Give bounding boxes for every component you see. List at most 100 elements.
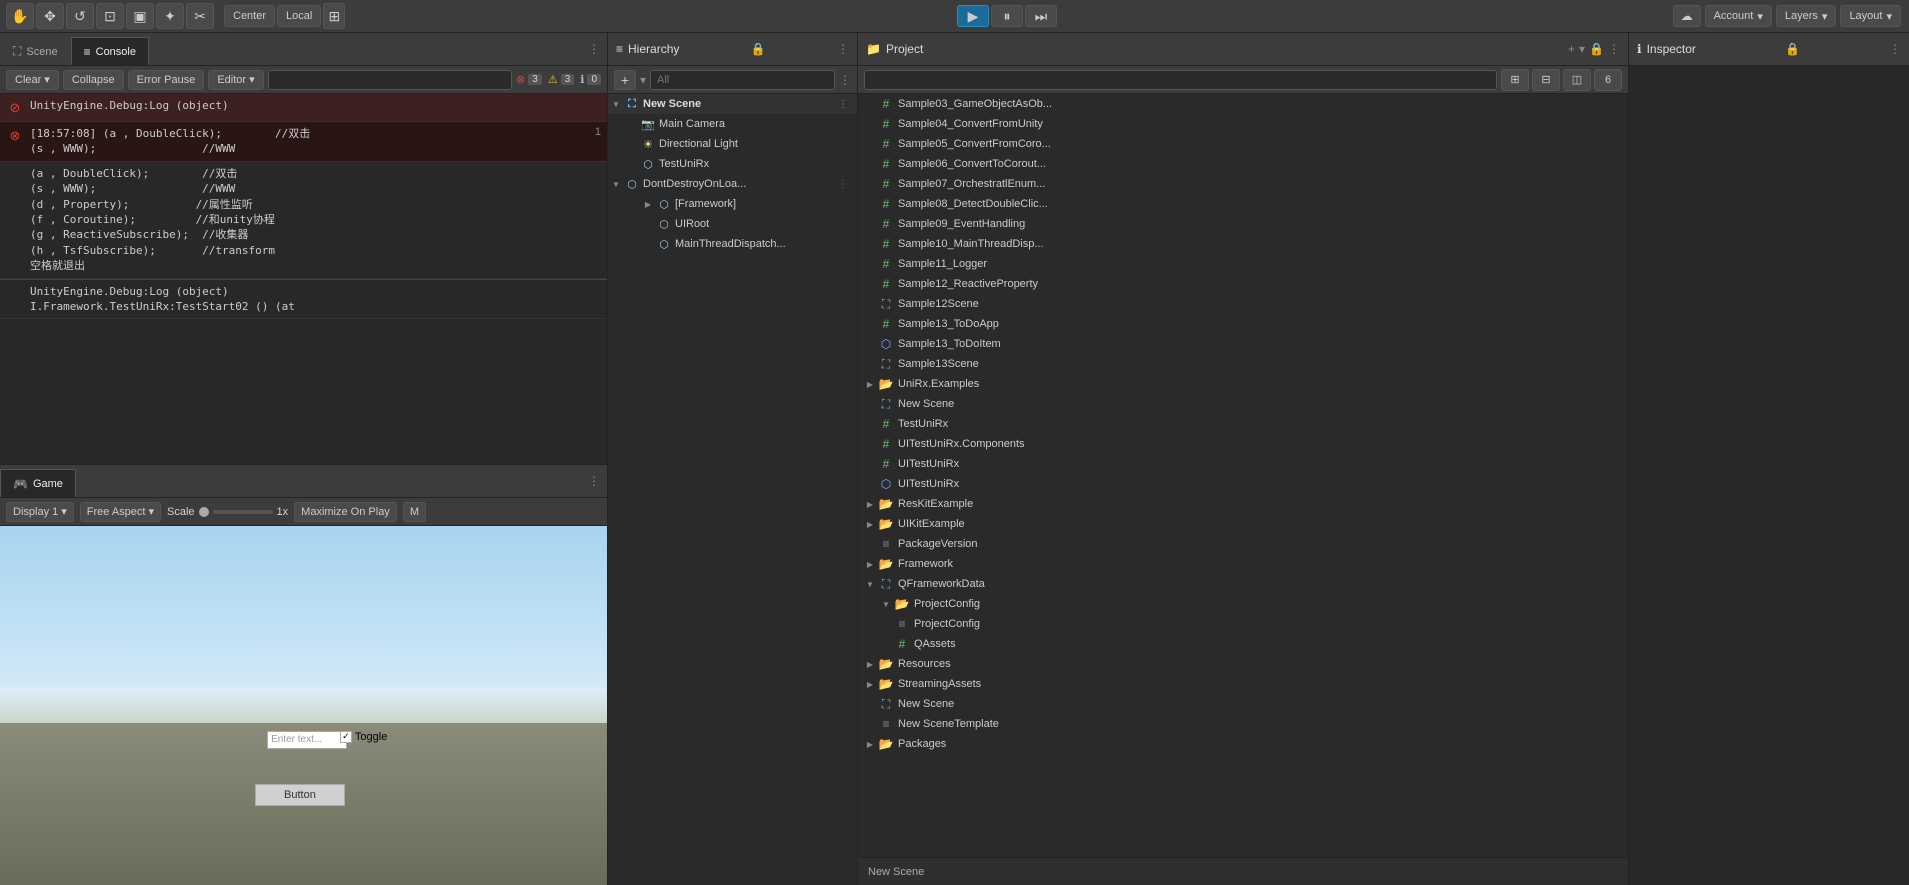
project-search-input[interactable] [864, 70, 1497, 90]
proj-item-resources[interactable]: 📂 Resources [858, 654, 1628, 674]
console-entry[interactable]: UnityEngine.Debug:Log (object) I.Framewo… [0, 280, 607, 320]
proj-item[interactable]: # Sample13_ToDoApp [858, 314, 1628, 334]
cloud-button[interactable]: ☁ [1673, 5, 1701, 27]
proj-item[interactable]: ⬡ Sample13_ToDoItem [858, 334, 1628, 354]
project-view-btn4[interactable]: 6 [1594, 69, 1622, 91]
scale-slider[interactable] [213, 510, 273, 514]
proj-item[interactable]: # Sample11_Logger [858, 254, 1628, 274]
hier-add-chevron-icon[interactable]: ▾ [640, 73, 646, 87]
layout-dropdown[interactable]: Layout ▾ [1840, 5, 1901, 27]
project-add-chevron[interactable]: ▾ [1579, 42, 1585, 56]
layers-dropdown[interactable]: Layers ▾ [1776, 5, 1837, 27]
project-view-btn1[interactable]: ⊞ [1501, 69, 1529, 91]
console-entry[interactable]: ⊘ UnityEngine.Debug:Log (object) [0, 94, 607, 122]
maximize-on-play-btn[interactable]: Maximize On Play [294, 502, 397, 522]
rotate-tool[interactable]: ↺ [66, 3, 94, 29]
proj-item[interactable]: # Sample04_ConvertFromUnity [858, 114, 1628, 134]
custom-tool[interactable]: ✂ [186, 3, 214, 29]
hier-item-mainthreaddispatch[interactable]: ⬡ MainThreadDispatch... [608, 234, 857, 254]
proj-item-new-scene[interactable]: ⛶ New Scene [858, 394, 1628, 414]
grid-toggle[interactable]: ⊞ [323, 3, 345, 29]
aspect-dropdown[interactable]: Free Aspect ▾ [80, 502, 161, 522]
console-search-input[interactable] [268, 70, 512, 90]
project-view-btn2[interactable]: ⊟ [1532, 69, 1560, 91]
hier-dontdestroy-menu[interactable]: ⋮ [835, 176, 851, 192]
console-entry[interactable]: ⊗ [18:57:08] (a , DoubleClick); //双击 (s … [0, 122, 607, 162]
hierarchy-menu-icon[interactable]: ⋮ [837, 42, 849, 56]
display-dropdown[interactable]: Display 1 ▾ [6, 502, 74, 522]
hand-tool[interactable]: ✋ [6, 3, 34, 29]
proj-expand-projectconfig[interactable] [878, 594, 894, 614]
proj-item-new-scene-template[interactable]: ≡ New SceneTemplate [858, 714, 1628, 734]
proj-item[interactable]: # UITestUniRx.Components [858, 434, 1628, 454]
proj-item-reskitexample[interactable]: 📂 ResKitExample [858, 494, 1628, 514]
proj-item-projectconfig-folder[interactable]: 📂 ProjectConfig [858, 594, 1628, 614]
proj-item[interactable]: # Sample10_MainThreadDisp... [858, 234, 1628, 254]
proj-expand-framework[interactable] [862, 554, 878, 574]
clear-button[interactable]: Clear ▾ [6, 70, 59, 90]
tab-console[interactable]: ≡ Console [71, 37, 149, 65]
hier-scene-menu[interactable]: ⋮ [835, 96, 851, 112]
play-button[interactable]: ▶ [957, 5, 989, 27]
local-toggle[interactable]: Local [277, 5, 321, 27]
scale-tool[interactable]: ⊡ [96, 3, 124, 29]
tab-scene[interactable]: ⛶ Scene [0, 37, 71, 65]
hier-item-directional-light[interactable]: ☀ Directional Light [608, 134, 857, 154]
proj-item-projectconfig-file[interactable]: ≡ ProjectConfig [858, 614, 1628, 634]
hier-expand-framework[interactable] [640, 194, 656, 214]
hierarchy-search-input[interactable] [650, 70, 835, 90]
account-dropdown[interactable]: Account ▾ [1705, 5, 1772, 27]
hier-expand-scene[interactable] [608, 94, 624, 114]
project-lock-icon[interactable]: 🔒 [1589, 42, 1604, 56]
proj-expand-uikit[interactable] [862, 514, 878, 534]
hier-item-framework[interactable]: ⬡ [Framework] [608, 194, 857, 214]
hier-item-main-camera[interactable]: 📷 Main Camera [608, 114, 857, 134]
console-panel-menu[interactable]: ⋮ [585, 40, 603, 58]
inspector-menu-icon[interactable]: ⋮ [1889, 42, 1901, 56]
proj-item[interactable]: # UITestUniRx [858, 454, 1628, 474]
proj-item-new-scene2[interactable]: ⛶ New Scene [858, 694, 1628, 714]
center-toggle[interactable]: Center [224, 5, 275, 27]
proj-expand-unirx[interactable] [862, 374, 878, 394]
project-add-button[interactable]: + [1568, 42, 1575, 56]
hierarchy-toolbar-menu[interactable]: ⋮ [839, 73, 851, 87]
proj-item[interactable]: # Sample08_DetectDoubleClic... [858, 194, 1628, 214]
proj-item[interactable]: # Sample03_GameObjectAsOb... [858, 94, 1628, 114]
console-entry[interactable]: (a , DoubleClick); //双击 (s , WWW); //WWW… [0, 162, 607, 279]
project-content[interactable]: # Sample03_GameObjectAsOb... # Sample04_… [858, 94, 1628, 857]
hierarchy-content[interactable]: ⛶ New Scene ⋮ 📷 Main Camera ☀ Directiona… [608, 94, 857, 885]
collapse-button[interactable]: Collapse [63, 70, 124, 90]
proj-item[interactable]: # Sample07_OrchestratlEnum... [858, 174, 1628, 194]
proj-expand-reskit[interactable] [862, 494, 878, 514]
editor-button[interactable]: Editor ▾ [208, 70, 263, 90]
proj-expand-streaming[interactable] [862, 674, 878, 694]
step-button[interactable]: ⏭ [1025, 5, 1057, 27]
proj-expand-resources[interactable] [862, 654, 878, 674]
inspector-lock-icon[interactable]: 🔒 [1785, 42, 1800, 56]
proj-item-qassets[interactable]: # QAssets [858, 634, 1628, 654]
hier-expand-dontdestroy[interactable] [608, 174, 624, 194]
proj-expand-packages[interactable] [862, 734, 878, 754]
pause-button[interactable]: ⏸ [991, 5, 1023, 27]
hier-scene-root[interactable]: ⛶ New Scene ⋮ [608, 94, 857, 114]
proj-item[interactable]: ⛶ Sample12Scene [858, 294, 1628, 314]
console-content[interactable]: ⊘ UnityEngine.Debug:Log (object) ⊗ [18:5… [0, 94, 607, 464]
proj-item[interactable]: # Sample05_ConvertFromCoro... [858, 134, 1628, 154]
transform-tool[interactable]: ✦ [156, 3, 184, 29]
proj-item-unirx-examples[interactable]: 📂 UniRx.Examples [858, 374, 1628, 394]
proj-item-streamingassets[interactable]: 📂 StreamingAssets [858, 674, 1628, 694]
rect-tool[interactable]: ▣ [126, 3, 154, 29]
proj-expand-qframework[interactable] [862, 574, 878, 594]
move-tool[interactable]: ✥ [36, 3, 64, 29]
proj-item-uikitexample[interactable]: 📂 UIKitExample [858, 514, 1628, 534]
proj-item-qframeworkdata[interactable]: ⛶ QFrameworkData [858, 574, 1628, 594]
hierarchy-add-button[interactable]: + [614, 70, 636, 90]
hier-item-dontdestroy[interactable]: ⬡ DontDestroyOnLoa... ⋮ [608, 174, 857, 194]
proj-item-packageversion[interactable]: ≡ PackageVersion [858, 534, 1628, 554]
proj-item[interactable]: # Sample12_ReactiveProperty [858, 274, 1628, 294]
project-menu-icon[interactable]: ⋮ [1608, 42, 1620, 56]
error-pause-button[interactable]: Error Pause [128, 70, 205, 90]
proj-item-framework[interactable]: 📂 Framework [858, 554, 1628, 574]
hier-item-uiroot[interactable]: ⬡ UIRoot [608, 214, 857, 234]
proj-item[interactable]: ⬡ UITestUniRx [858, 474, 1628, 494]
